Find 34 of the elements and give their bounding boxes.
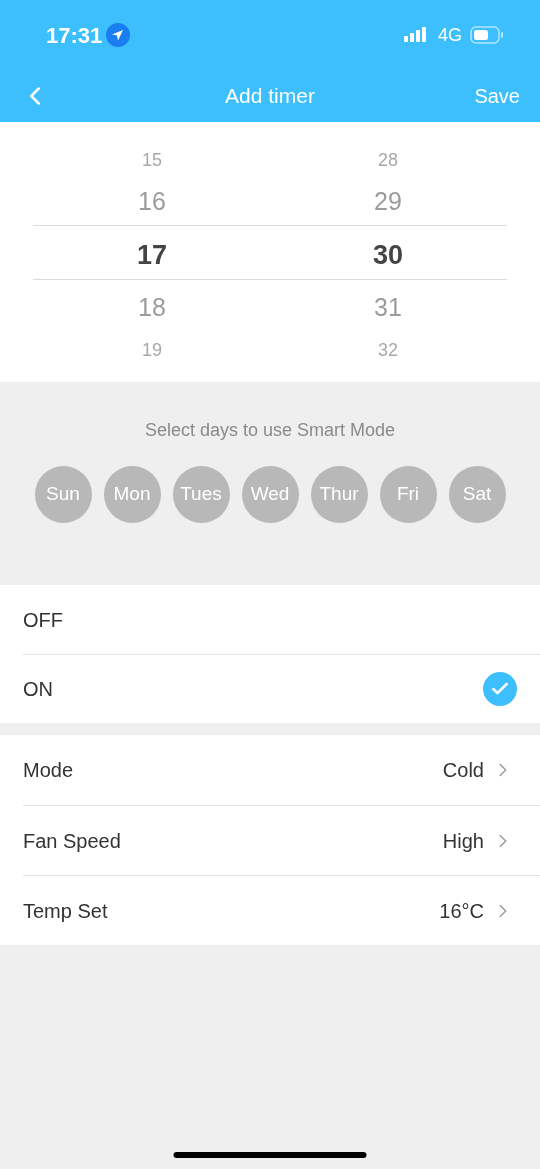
save-button[interactable]: Save: [474, 81, 524, 111]
power-option[interactable]: OFF: [23, 585, 540, 654]
settings-row[interactable]: Temp Set 16°C: [23, 875, 540, 945]
setting-label: Mode: [23, 758, 74, 783]
setting-value: 16°C: [439, 898, 484, 924]
battery-icon: [470, 26, 504, 44]
page-title: Add timer: [225, 83, 315, 110]
status-time: 17:31: [46, 21, 103, 50]
picker-value[interactable]: 15: [142, 146, 162, 174]
day-toggle[interactable]: Tues: [172, 466, 230, 523]
days-prompt: Select days to use Smart Mode: [144, 419, 396, 442]
settings-row[interactable]: Mode Cold: [23, 735, 540, 805]
setting-label: Fan Speed: [23, 828, 121, 854]
picker-value[interactable]: 28: [378, 146, 398, 174]
picker-value[interactable]: 19: [142, 336, 162, 364]
network-label: 4G: [438, 23, 462, 47]
day-toggle[interactable]: Fri: [379, 466, 437, 523]
setting-value: Cold: [442, 758, 484, 783]
picker-value[interactable]: 16: [138, 183, 166, 221]
picker-value[interactable]: 32: [378, 336, 398, 364]
picker-value[interactable]: 18: [138, 289, 166, 327]
picker-value[interactable]: 30: [372, 234, 403, 276]
picker-value[interactable]: 17: [136, 234, 167, 276]
day-toggle[interactable]: Sat: [448, 466, 506, 523]
setting-label: Temp Set: [23, 898, 108, 924]
day-toggle[interactable]: Sun: [34, 466, 92, 523]
day-toggle[interactable]: Thur: [310, 466, 368, 523]
picker-value[interactable]: 29: [374, 183, 402, 221]
settings-row[interactable]: Fan Speed High: [23, 805, 540, 875]
day-toggle[interactable]: Mon: [103, 466, 161, 523]
power-option[interactable]: ON: [23, 654, 540, 723]
day-toggle[interactable]: Wed: [241, 466, 299, 523]
setting-value: High: [442, 828, 484, 854]
picker-value[interactable]: 31: [374, 289, 402, 327]
